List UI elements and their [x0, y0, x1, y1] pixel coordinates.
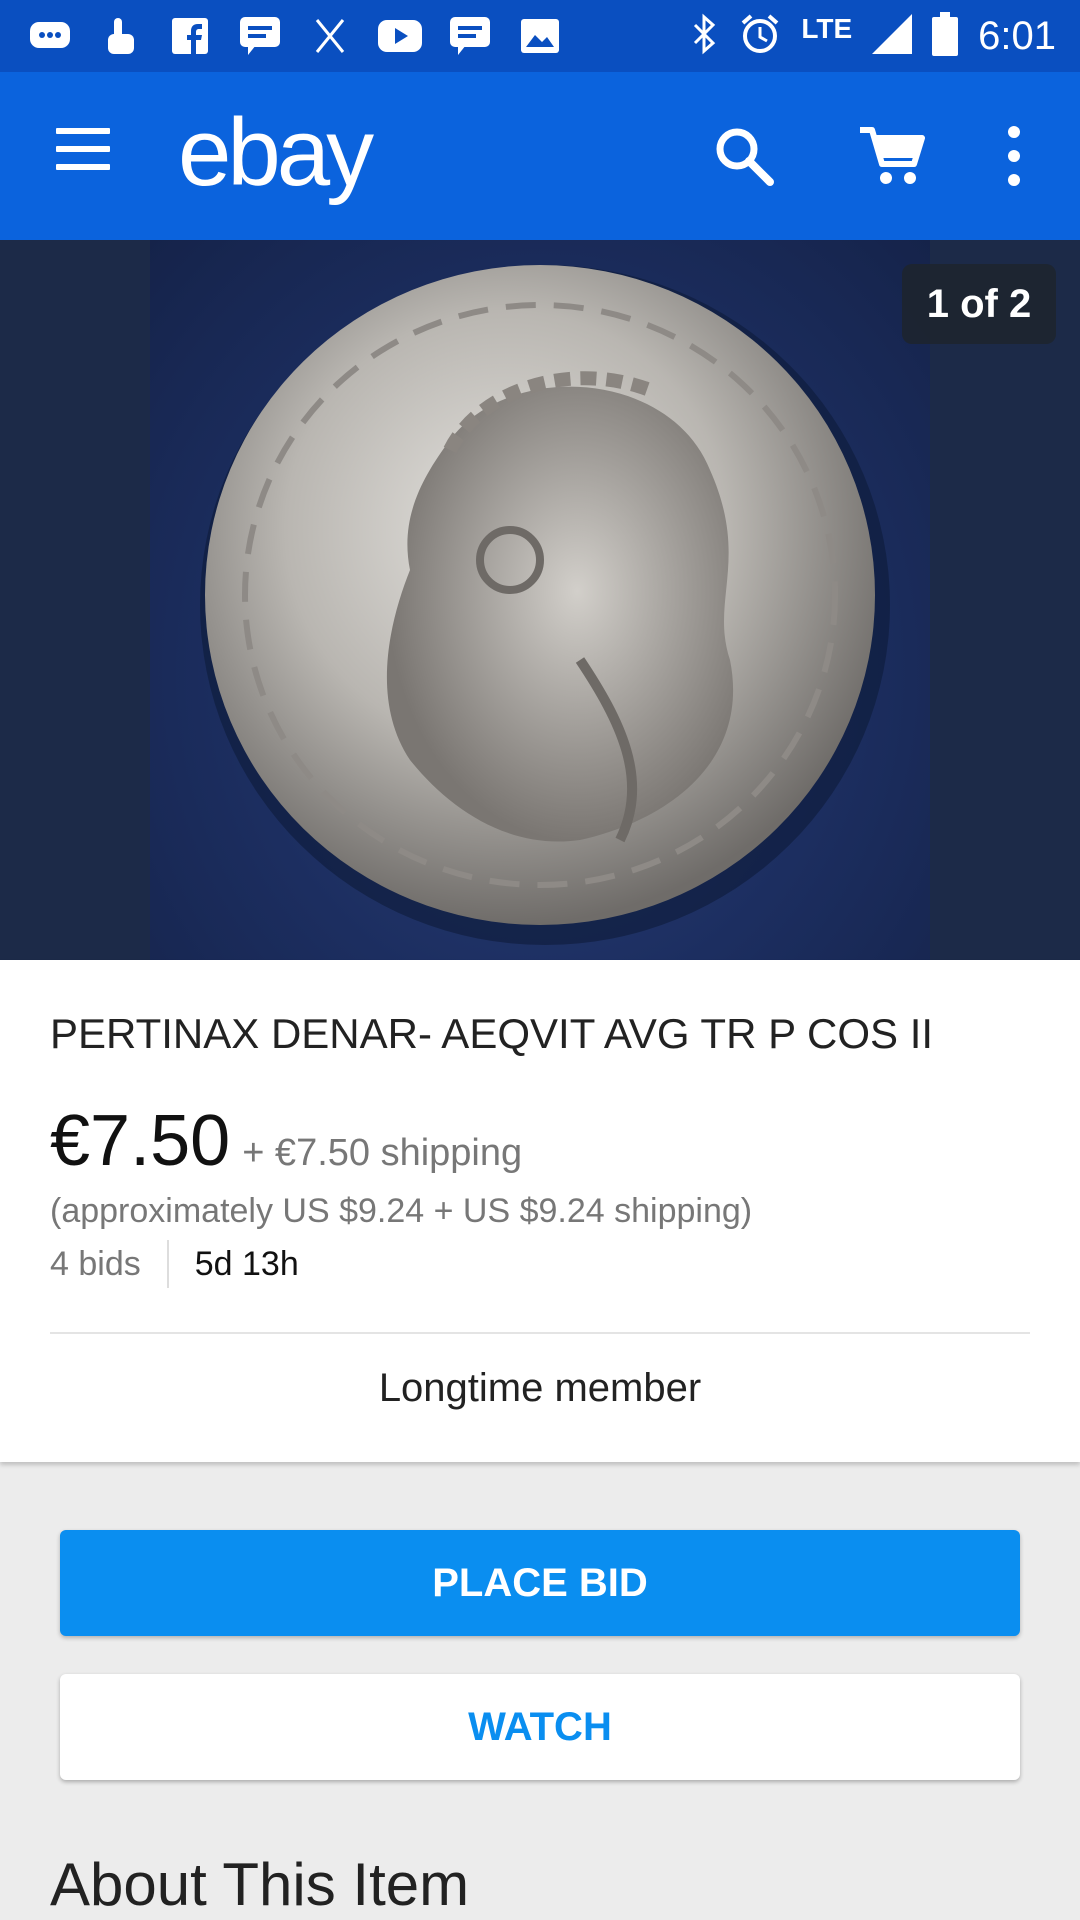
item-title: PERTINAX DENAR- AEQVIT AVG TR P COS II — [50, 1010, 934, 1057]
app-bar: ebay — [0, 72, 1080, 240]
clock: 6:01 — [978, 13, 1056, 58]
system-status: LTE 6:01 — [689, 0, 1056, 72]
status-bar: LTE 6:01 — [0, 0, 1080, 72]
image-icon — [518, 16, 562, 56]
watch-button[interactable]: WATCH — [60, 1674, 1020, 1780]
price-row: €7.50 + €7.50 shipping — [50, 1100, 522, 1182]
chat-icon — [28, 16, 72, 56]
image-gallery[interactable]: 1 of 2 — [0, 240, 1080, 960]
network-type: LTE — [801, 13, 853, 44]
item-photo[interactable] — [150, 240, 930, 960]
search-icon — [716, 128, 774, 186]
cart-button[interactable] — [856, 124, 928, 188]
search-button[interactable] — [712, 124, 776, 188]
cart-icon — [860, 127, 925, 184]
notification-icons — [28, 12, 562, 60]
time-left: 5d 13h — [194, 1244, 299, 1283]
touch-icon — [98, 16, 142, 56]
image-counter: 1 of 2 — [902, 264, 1056, 344]
divider — [50, 1332, 1030, 1334]
item-price: €7.50 — [50, 1101, 231, 1181]
menu-icon — [56, 128, 110, 134]
more-vert-icon — [1008, 126, 1020, 186]
about-section-title: About This Item — [50, 1851, 470, 1918]
bid-count[interactable]: 4 bids — [50, 1240, 169, 1288]
more-options-button[interactable] — [994, 122, 1034, 190]
auction-meta: 4 bids 5d 13h — [50, 1236, 299, 1292]
facebook-icon — [168, 16, 212, 56]
alarm-icon — [739, 13, 781, 60]
shipping-cost: + €7.50 shipping — [242, 1132, 523, 1174]
x-icon — [308, 16, 352, 56]
seller-badge: Longtime member — [378, 1366, 702, 1410]
message-icon — [238, 16, 282, 56]
converted-price: (approximately US $9.24 + US $9.24 shipp… — [50, 1192, 753, 1230]
message-icon — [448, 16, 492, 56]
battery-icon — [932, 11, 959, 61]
place-bid-button[interactable]: PLACE BID — [60, 1530, 1020, 1636]
item-summary-card: PERTINAX DENAR- AEQVIT AVG TR P COS II €… — [0, 960, 1080, 1462]
bluetooth-icon — [689, 13, 719, 60]
coin-image — [200, 265, 890, 945]
ebay-logo[interactable]: ebay — [178, 98, 374, 208]
youtube-icon — [378, 16, 422, 56]
signal-icon — [872, 13, 913, 59]
menu-button[interactable] — [56, 128, 112, 184]
